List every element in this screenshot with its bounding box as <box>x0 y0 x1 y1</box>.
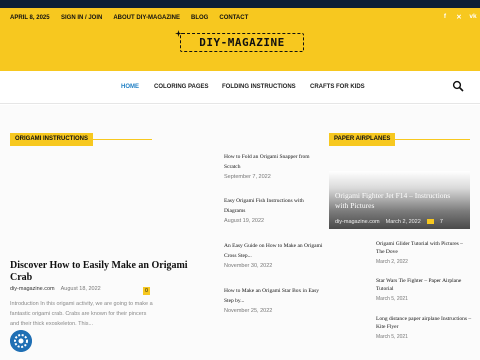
list-item-title[interactable]: How to Make an Origami Star Box in Easy … <box>224 286 324 306</box>
featured-title[interactable]: Discover How to Easily Make an Origami C… <box>10 260 210 284</box>
section-tag-airplanes[interactable]: PAPER AIRPLANES <box>329 133 396 146</box>
list-item: Origami Glider Tutorial with Pictures – … <box>376 240 472 265</box>
hero-card[interactable]: Origami Fighter Jet F14 – Instructions w… <box>329 171 470 229</box>
nav-item-folding-instructions[interactable]: FOLDING INSTRUCTIONS <box>222 84 296 90</box>
facebook-icon[interactable]: f <box>438 13 452 23</box>
section-header-origami: ORIGAMI INSTRUCTIONS <box>10 127 152 146</box>
nav-item-coloring-pages[interactable]: COLORING PAGES <box>154 84 209 90</box>
featured-date: August 18, 2022 <box>60 286 101 292</box>
list-item-title[interactable]: Easy Origami Fish Instructions with Diag… <box>224 196 324 216</box>
list-item: How to Make an Origami Star Box in Easy … <box>224 286 324 314</box>
list-item-title[interactable]: An Easy Guide on How to Make an Origami … <box>224 241 324 261</box>
settings-gear-icon[interactable] <box>10 330 32 352</box>
list-item-date: March 5, 2021 <box>376 296 408 302</box>
featured-excerpt: Introduction In this origami activity, w… <box>10 301 153 327</box>
nav-item-home[interactable]: HOME <box>121 84 139 90</box>
list-item: An Easy Guide on How to Make an Origami … <box>224 241 324 269</box>
featured-author[interactable]: diy-magazine.com <box>10 286 55 292</box>
contact-link[interactable]: CONTACT <box>219 15 248 21</box>
section-tag-origami[interactable]: ORIGAMI INSTRUCTIONS <box>10 133 93 146</box>
section-header-airplanes: PAPER AIRPLANES <box>329 127 470 146</box>
comment-icon <box>426 219 434 224</box>
hero-meta: diy-magazine.com March 2, 2022 7 <box>335 219 443 225</box>
list-item-title[interactable]: Long distance paper airplane Instruction… <box>376 315 472 331</box>
hero-comment-count[interactable]: 7 <box>440 219 443 225</box>
list-item: How to Fold an Origami Snapper from Scra… <box>224 152 324 180</box>
current-date: APRIL 8, 2025 <box>10 15 50 21</box>
list-item-date: November 25, 2022 <box>224 308 273 314</box>
list-item-date: March 5, 2021 <box>376 334 408 340</box>
featured-meta: diy-magazine.com August 18, 2022 <box>10 286 101 292</box>
site-logo[interactable]: DIY-MAGAZINE <box>180 33 304 52</box>
social-links: f ✕ vk <box>438 13 480 23</box>
top-links: SIGN IN / JOIN ABOUT DIY-MAGAZINE BLOG C… <box>61 15 259 21</box>
vk-icon[interactable]: vk <box>466 13 480 23</box>
search-icon[interactable] <box>452 80 464 92</box>
top-bar: APRIL 8, 2025 SIGN IN / JOIN ABOUT DIY-M… <box>0 8 480 28</box>
list-item-date: March 2, 2022 <box>376 259 408 265</box>
blog-link[interactable]: BLOG <box>191 15 208 21</box>
about-link[interactable]: ABOUT DIY-MAGAZINE <box>113 15 180 21</box>
list-item: Easy Origami Fish Instructions with Diag… <box>224 196 324 224</box>
nav-item-crafts-for-kids[interactable]: CRAFTS FOR KIDS <box>310 84 365 90</box>
featured-comment-count[interactable]: 0 <box>143 287 150 295</box>
x-twitter-icon[interactable]: ✕ <box>452 13 466 23</box>
hero-date: March 2, 2022 <box>385 219 421 225</box>
hero-author[interactable]: diy-magazine.com <box>335 219 380 225</box>
hero-title[interactable]: Origami Fighter Jet F14 – Instructions w… <box>335 191 465 211</box>
list-item-title[interactable]: How to Fold an Origami Snapper from Scra… <box>224 152 324 172</box>
list-item-date: August 19, 2022 <box>224 218 265 224</box>
list-item: Long distance paper airplane Instruction… <box>376 315 472 340</box>
list-item-title[interactable]: Origami Glider Tutorial with Pictures – … <box>376 240 472 256</box>
top-strip <box>0 0 480 8</box>
main-nav: HOME COLORING PAGES FOLDING INSTRUCTIONS… <box>0 71 480 104</box>
list-item-date: November 30, 2022 <box>224 263 273 269</box>
list-item-date: September 7, 2022 <box>224 174 271 180</box>
sign-in-link[interactable]: SIGN IN / JOIN <box>61 15 102 21</box>
list-item: Star Wars Tie Fighter – Paper Airplane T… <box>376 277 472 302</box>
list-item-title[interactable]: Star Wars Tie Fighter – Paper Airplane T… <box>376 277 472 293</box>
